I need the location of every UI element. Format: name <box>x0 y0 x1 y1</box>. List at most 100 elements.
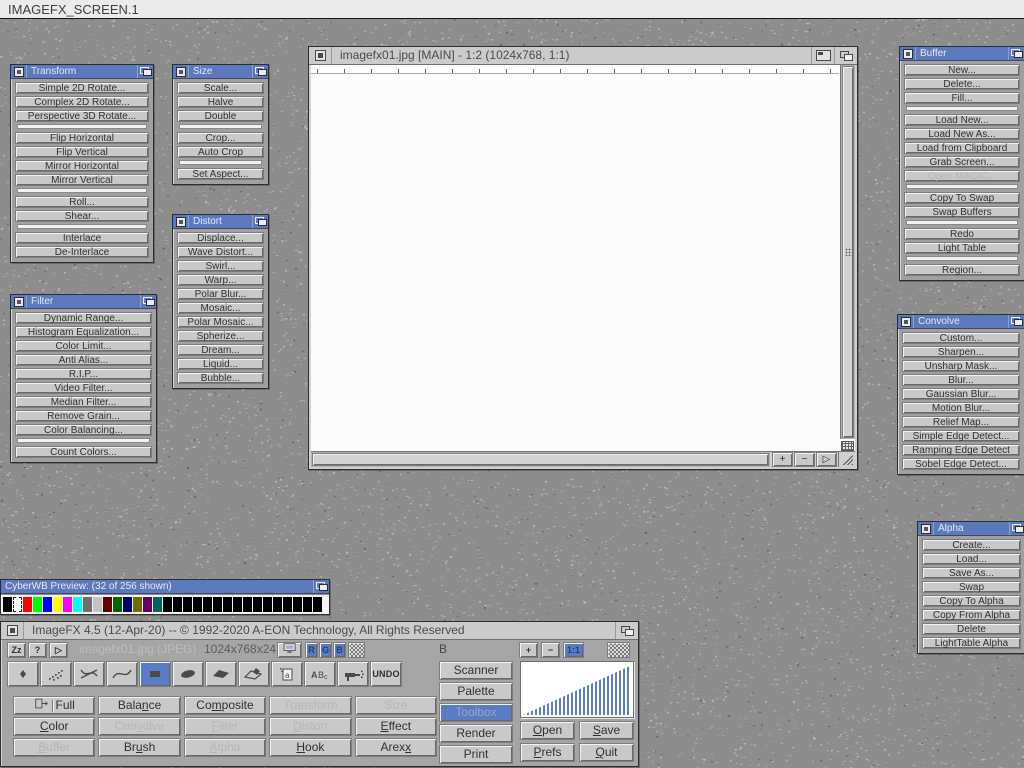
load-button[interactable]: Load... <box>922 553 1021 565</box>
complex-2d-rotate-button[interactable]: Complex 2D Rotate... <box>15 96 149 108</box>
depth-icon[interactable] <box>615 622 638 639</box>
palette-button[interactable]: Palette <box>439 682 513 701</box>
color-swatch[interactable] <box>163 597 172 612</box>
image-canvas[interactable] <box>311 74 839 451</box>
load-new-button[interactable]: Load New... <box>904 114 1020 126</box>
channel-blue-button[interactable]: B <box>333 642 346 658</box>
color-swatch[interactable] <box>223 597 232 612</box>
depth-icon[interactable] <box>1008 315 1024 328</box>
color-swatch[interactable] <box>193 597 202 612</box>
polar-mosaic-button[interactable]: Polar Mosaic... <box>177 316 264 328</box>
flip-horizontal-button[interactable]: Flip Horizontal <box>15 132 149 144</box>
color-swatch[interactable] <box>103 597 112 612</box>
undo-button[interactable]: UNDO <box>370 661 402 687</box>
channel-green-button[interactable]: G <box>319 642 332 658</box>
roll-button[interactable]: Roll... <box>15 196 149 208</box>
save-as-button[interactable]: Save As... <box>922 567 1021 579</box>
redo-button[interactable]: Redo <box>904 228 1020 240</box>
blur-button[interactable]: Blur... <box>902 374 1020 386</box>
print-button[interactable]: Print <box>439 745 513 764</box>
filter-titlebar[interactable]: Filter <box>11 295 156 309</box>
close-icon[interactable] <box>309 47 332 64</box>
histogram-equalization-button[interactable]: Histogram Equalization... <box>15 326 152 338</box>
delete-button[interactable]: Delete <box>922 623 1021 635</box>
liquid-button[interactable]: Liquid... <box>177 358 264 370</box>
displace-button[interactable]: Displace... <box>177 232 264 244</box>
set-aspect-button[interactable]: Set Aspect... <box>177 168 264 180</box>
color-swatch[interactable] <box>183 597 192 612</box>
brush-button[interactable]: Brush <box>98 738 180 757</box>
view-zoom-in-button[interactable]: + <box>519 642 538 658</box>
copy-from-alpha-button[interactable]: Copy From Alpha <box>922 609 1021 621</box>
color-swatch[interactable] <box>313 597 322 612</box>
color-button[interactable]: Color <box>13 717 95 736</box>
remove-grain-button[interactable]: Remove Grain... <box>15 410 152 422</box>
zoom-in-button[interactable]: + <box>772 452 793 467</box>
load-new-as-button[interactable]: Load New As... <box>904 128 1020 140</box>
color-swatch[interactable] <box>33 597 42 612</box>
color-swatch[interactable] <box>133 597 142 612</box>
color-swatch[interactable] <box>73 597 82 612</box>
close-icon[interactable] <box>1 622 24 639</box>
swap-buffers-button[interactable]: Swap Buffers <box>904 206 1020 218</box>
color-swatch[interactable] <box>283 597 292 612</box>
polar-blur-button[interactable]: Polar Blur... <box>177 288 264 300</box>
color-swatch[interactable] <box>53 597 62 612</box>
color-swatch[interactable] <box>273 597 282 612</box>
crop-button[interactable]: Crop... <box>177 132 264 144</box>
ramping-edge-detect-button[interactable]: Ramping Edge Detect <box>902 444 1020 456</box>
tool-airbrush-dots-button[interactable] <box>40 661 72 687</box>
buffer-titlebar[interactable]: Buffer <box>900 47 1024 61</box>
relief-map-button[interactable]: Relief Map... <box>902 416 1020 428</box>
convolve-titlebar[interactable]: Convolve <box>898 315 1024 329</box>
arexx-button[interactable]: Arexx <box>355 738 437 757</box>
color-swatch[interactable] <box>203 597 212 612</box>
dynamic-range-button[interactable]: Dynamic Range... <box>15 312 152 324</box>
scanner-button[interactable]: Scanner <box>439 661 513 680</box>
depth-icon[interactable] <box>834 47 857 64</box>
tool-polygon-button[interactable] <box>205 661 237 687</box>
color-swatch[interactable] <box>153 597 162 612</box>
gaussian-blur-button[interactable]: Gaussian Blur... <box>902 388 1020 400</box>
depth-icon[interactable] <box>252 65 268 78</box>
custom-button[interactable]: Custom... <box>902 332 1020 344</box>
color-swatch[interactable] <box>253 597 262 612</box>
color-swatch[interactable] <box>3 597 12 612</box>
color-swatch[interactable] <box>93 597 102 612</box>
image-window-titlebar[interactable]: imagefx01.jpg [MAIN] - 1:2 (1024x768, 1:… <box>309 47 857 65</box>
sleep-button[interactable]: Zz <box>7 642 26 658</box>
color-swatch[interactable] <box>23 597 32 612</box>
depth-icon[interactable] <box>1009 522 1024 535</box>
close-icon[interactable] <box>173 65 189 78</box>
mirror-horizontal-button[interactable]: Mirror Horizontal <box>15 160 149 172</box>
halve-button[interactable]: Halve <box>177 96 264 108</box>
dither-toggle[interactable] <box>348 642 365 658</box>
swap-button[interactable]: Swap <box>922 581 1021 593</box>
wave-distort-button[interactable]: Wave Distort... <box>177 246 264 258</box>
unsharp-mask-button[interactable]: Unsharp Mask... <box>902 360 1020 372</box>
color-swatch[interactable] <box>263 597 272 612</box>
play-macro-button[interactable]: ▷ <box>49 642 68 658</box>
save-button[interactable]: Save <box>579 721 634 740</box>
perspective-3d-rotate-button[interactable]: Perspective 3D Rotate... <box>15 110 149 122</box>
depth-icon[interactable] <box>313 580 329 593</box>
zoom-ratio-button[interactable]: 1:1 <box>563 642 584 658</box>
auto-crop-button[interactable]: Auto Crop <box>177 146 264 158</box>
scale-button[interactable]: Scale... <box>177 82 264 94</box>
warp-button[interactable]: Warp... <box>177 274 264 286</box>
r-i-p-button[interactable]: R.I.P... <box>15 368 152 380</box>
effect-button[interactable]: Effect <box>355 717 437 736</box>
tool-line-button[interactable] <box>73 661 105 687</box>
resize-handle[interactable] <box>838 452 855 467</box>
pattern-toggle[interactable] <box>607 642 630 658</box>
composite-button[interactable]: Composite <box>184 696 266 715</box>
depth-icon[interactable] <box>137 65 153 78</box>
horizontal-scrollbar[interactable] <box>311 452 770 467</box>
color-balancing-button[interactable]: Color Balancing... <box>15 424 152 436</box>
color-swatch[interactable] <box>63 597 72 612</box>
tool-airbrush-button[interactable] <box>337 661 369 687</box>
screen-titlebar[interactable]: IMAGEFX_SCREEN.1 <box>0 0 1024 19</box>
depth-icon[interactable] <box>1008 47 1024 60</box>
tool-text-button[interactable]: ABc <box>304 661 336 687</box>
mirror-vertical-button[interactable]: Mirror Vertical <box>15 174 149 186</box>
